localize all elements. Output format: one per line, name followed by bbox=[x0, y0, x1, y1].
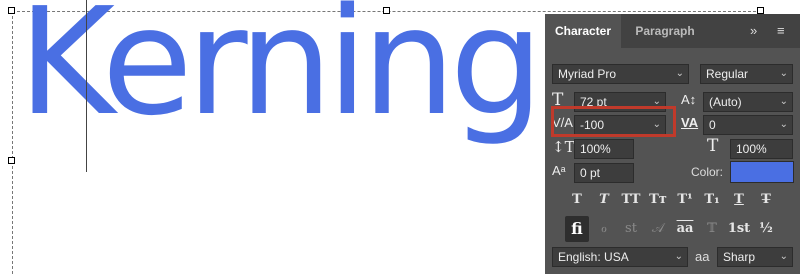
tracking-value: 0 bbox=[709, 118, 716, 132]
horizontal-scale-value: 100% bbox=[736, 142, 767, 156]
faux-italic-button[interactable]: T bbox=[592, 189, 616, 211]
titling-alternates-button[interactable]: 𝕋 bbox=[700, 218, 724, 240]
vertical-scale-value: 100% bbox=[580, 142, 611, 156]
underline-button[interactable]: T bbox=[727, 189, 751, 211]
bbox-handle-top-right[interactable] bbox=[757, 7, 764, 14]
font-style-value: Regular bbox=[706, 67, 749, 81]
leading-value: (Auto) bbox=[709, 95, 742, 109]
faux-bold-button[interactable]: T bbox=[565, 189, 589, 211]
discretionary-ligatures-button[interactable]: st bbox=[619, 218, 643, 240]
antialias-select[interactable]: Sharp ⌄ bbox=[717, 247, 793, 267]
vertical-scale-icon: ↕T bbox=[552, 138, 575, 156]
text-cursor bbox=[86, 0, 87, 172]
swash-button[interactable]: 𝒜 bbox=[646, 218, 670, 240]
superscript-button[interactable]: T¹ bbox=[673, 189, 697, 211]
old-style-button[interactable]: ℴ bbox=[592, 218, 616, 240]
strikethrough-button[interactable]: T̶ bbox=[754, 189, 778, 211]
leading-icon: A↕ bbox=[681, 92, 697, 107]
tracking-icon: VA bbox=[681, 115, 699, 130]
chevron-down-icon: ⌄ bbox=[675, 68, 684, 79]
chevron-down-icon: ⌄ bbox=[779, 68, 788, 79]
vertical-scale-field[interactable]: 100% bbox=[574, 139, 634, 159]
tab-character[interactable]: Character bbox=[545, 14, 621, 48]
bbox-handle-middle-left[interactable] bbox=[8, 157, 15, 164]
fractions-button[interactable]: ½ bbox=[754, 218, 778, 240]
hamburger-menu-icon[interactable]: ≡ bbox=[777, 14, 785, 48]
horizontal-scale-field[interactable]: 100% bbox=[730, 139, 793, 159]
all-caps-button[interactable]: TT bbox=[619, 189, 643, 211]
font-family-select[interactable]: Myriad Pro ⌄ bbox=[552, 64, 689, 84]
tab-paragraph[interactable]: Paragraph bbox=[625, 14, 705, 48]
antialias-value: Sharp bbox=[723, 250, 756, 264]
bbox-handle-top-left[interactable] bbox=[8, 7, 15, 14]
ordinals-button[interactable]: 1st bbox=[727, 218, 751, 240]
subscript-button[interactable]: T₁ bbox=[700, 189, 724, 211]
character-panel: Character Paragraph » ≡ Myriad Pro ⌄ Reg… bbox=[545, 14, 800, 274]
panel-tabbar: Character Paragraph » ≡ bbox=[545, 14, 800, 48]
language-value: English: USA bbox=[558, 250, 629, 264]
ligatures-button[interactable]: fi bbox=[565, 216, 589, 242]
chevron-down-icon: ⌄ bbox=[779, 96, 788, 107]
baseline-shift-value: 0 pt bbox=[580, 166, 601, 180]
kerning-highlight-box bbox=[551, 106, 676, 137]
leading-field[interactable]: (Auto) ⌄ bbox=[703, 92, 793, 112]
sample-text[interactable]: Kerning bbox=[18, 0, 544, 136]
baseline-shift-icon: Aᵃ bbox=[552, 163, 566, 178]
font-family-value: Myriad Pro bbox=[558, 67, 617, 81]
stylistic-alternates-button[interactable]: aa bbox=[673, 218, 697, 240]
chevron-down-icon: ⌄ bbox=[674, 251, 683, 262]
chevron-down-icon: ⌄ bbox=[779, 119, 788, 130]
antialias-icon: aa bbox=[695, 249, 710, 264]
color-swatch[interactable] bbox=[730, 161, 794, 183]
language-select[interactable]: English: USA ⌄ bbox=[552, 247, 688, 267]
baseline-shift-field[interactable]: 0 pt bbox=[574, 163, 634, 183]
tracking-field[interactable]: 0 ⌄ bbox=[703, 115, 793, 135]
small-caps-button[interactable]: Tт bbox=[646, 189, 670, 211]
chevron-down-icon: ⌄ bbox=[779, 251, 788, 262]
double-chevron-right-icon[interactable]: » bbox=[750, 14, 757, 48]
font-style-select[interactable]: Regular ⌄ bbox=[700, 64, 793, 84]
color-label: Color: bbox=[691, 165, 724, 179]
horizontal-scale-icon: T bbox=[707, 136, 719, 156]
